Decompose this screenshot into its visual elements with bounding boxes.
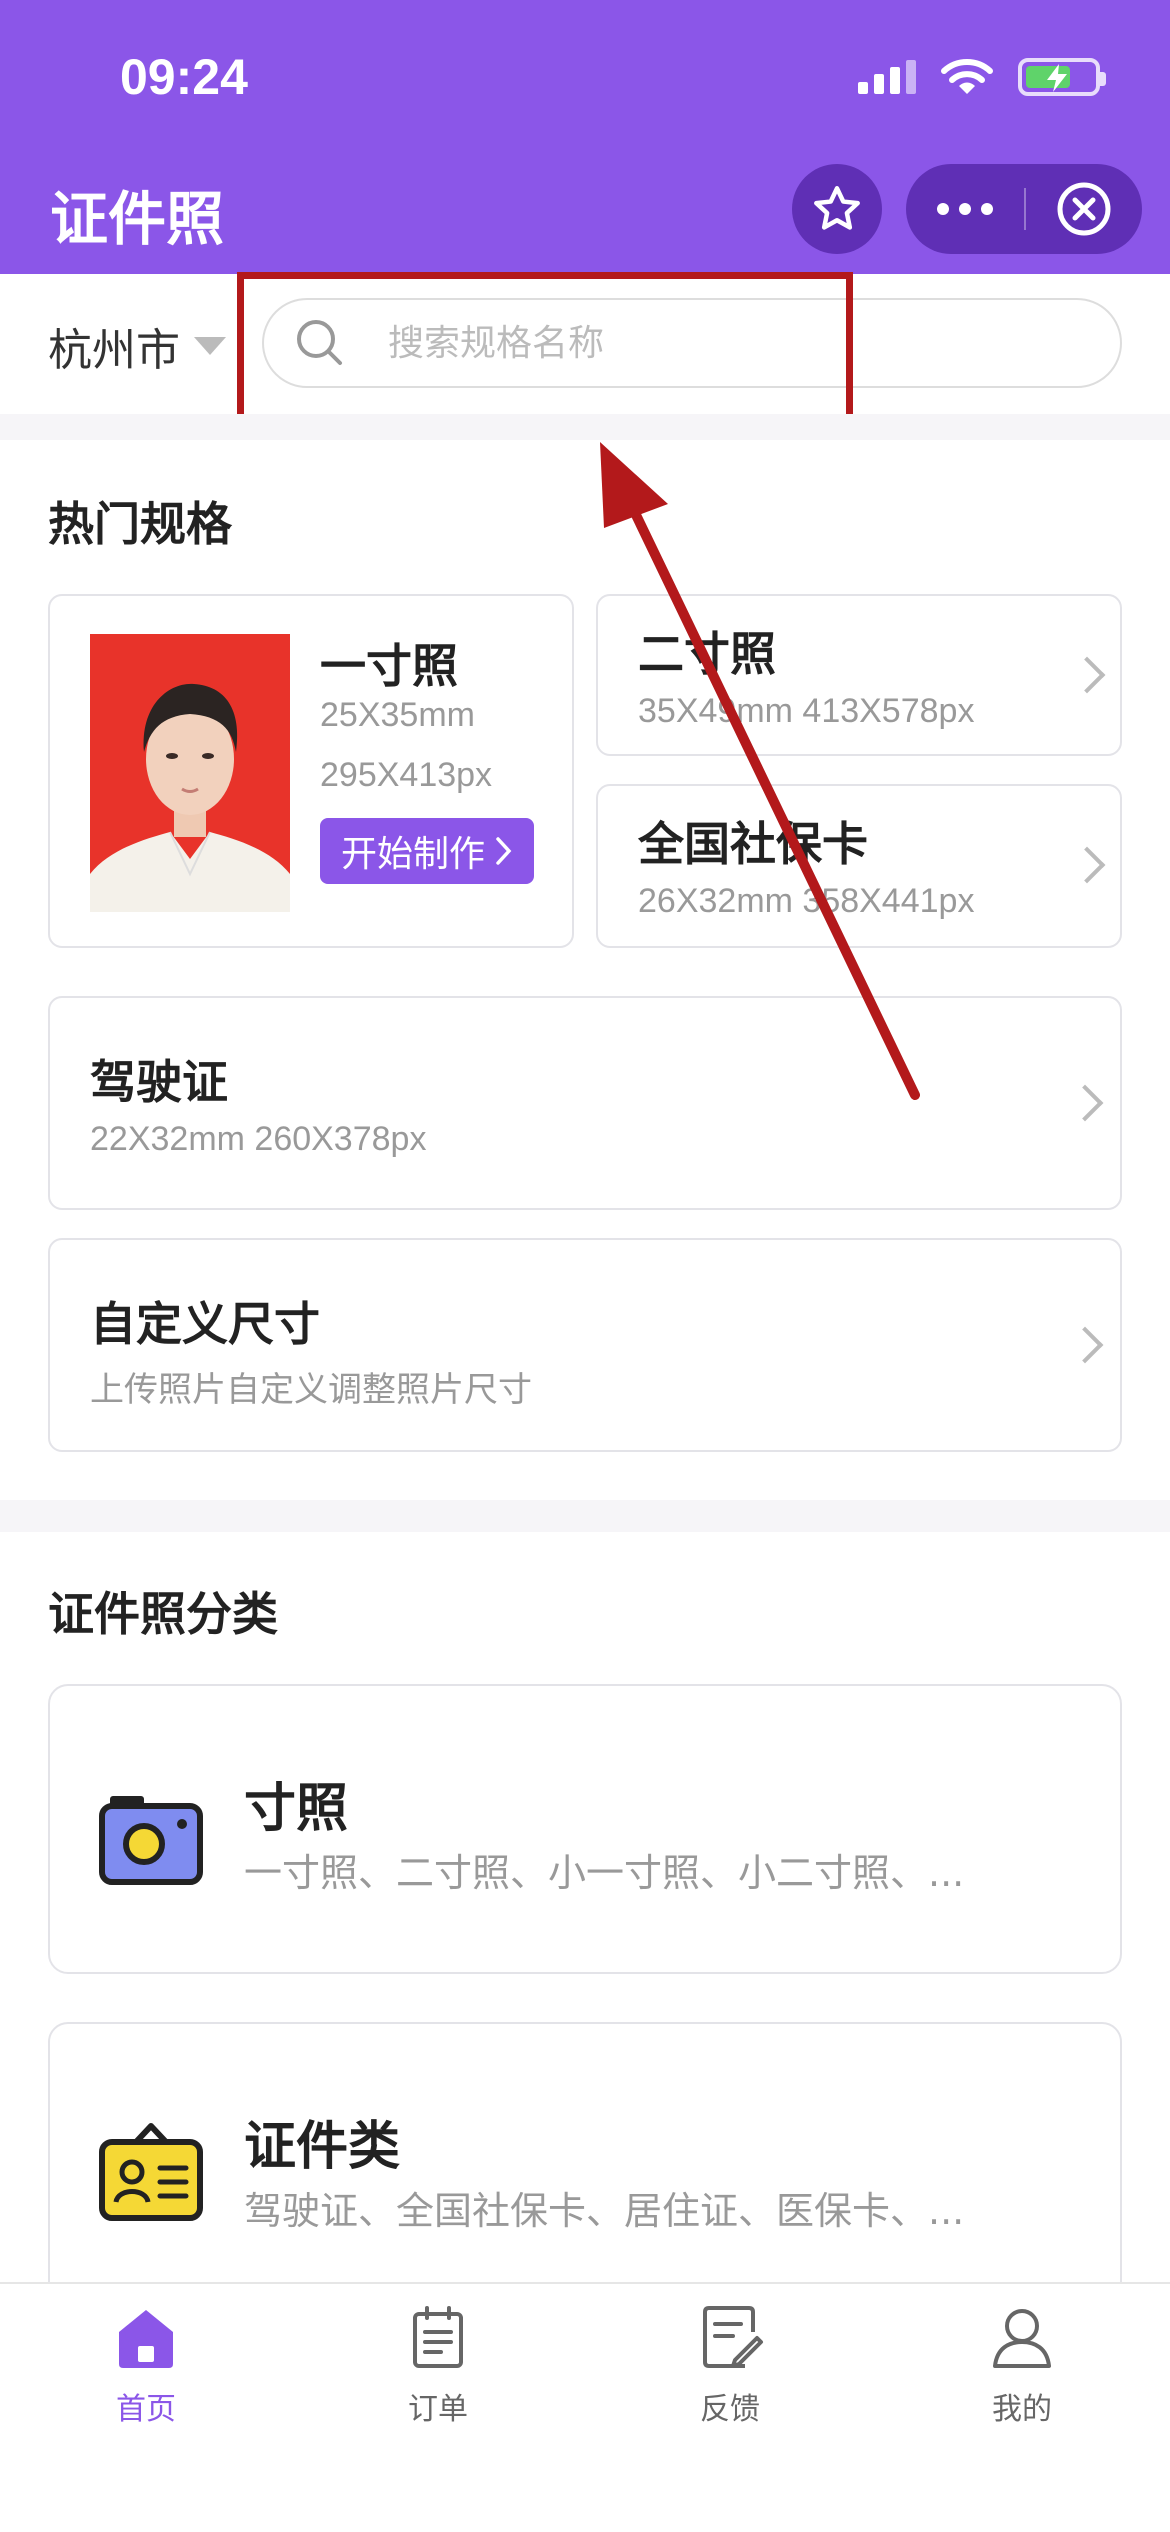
id-card-icon xyxy=(99,2123,203,2221)
category-desc: 驾驶证、全国社保卡、居住证、医保卡、... xyxy=(244,2189,965,2233)
battery-icon xyxy=(1018,58,1106,96)
chevron-right-icon xyxy=(1066,1326,1104,1364)
close-icon xyxy=(1057,182,1111,236)
bottom-tab-bar: 首页 订单 反馈 我的 xyxy=(0,2282,1170,2532)
category-section-title: 证件照分类 xyxy=(48,1587,278,1641)
wifi-icon xyxy=(941,59,993,94)
featured-spec-px: 295X413px xyxy=(320,756,493,794)
spec-item-social-security-card[interactable]: 全国社保卡 26X32mm 358X441px xyxy=(596,784,1122,948)
chevron-right-icon xyxy=(1066,1084,1104,1122)
city-label: 杭州市 xyxy=(48,325,180,376)
spec-item-spec: 22X32mm 260X378px xyxy=(90,1120,427,1158)
start-making-button[interactable]: 开始制作 xyxy=(320,818,534,884)
tab-home[interactable]: 首页 xyxy=(0,2302,292,2428)
feedback-icon xyxy=(703,2306,763,2368)
category-name: 寸照 xyxy=(244,1779,349,1839)
camera-icon xyxy=(99,1796,203,1885)
tab-label: 我的 xyxy=(992,2392,1052,2427)
featured-name: 一寸照 xyxy=(320,639,458,693)
home-icon xyxy=(119,2310,173,2368)
sample-photo xyxy=(90,634,290,912)
tab-profile[interactable]: 我的 xyxy=(876,2302,1168,2428)
order-icon xyxy=(413,2306,463,2368)
tab-feedback[interactable]: 反馈 xyxy=(584,2302,876,2428)
page-title: 证件照 xyxy=(50,185,225,253)
search-input[interactable] xyxy=(388,322,988,364)
category-desc: 一寸照、二寸照、小一寸照、小二寸照、... xyxy=(244,1851,965,1895)
star-icon xyxy=(814,186,860,230)
search-field[interactable] xyxy=(262,298,1122,388)
hot-section-title: 热门规格 xyxy=(48,497,232,551)
profile-icon xyxy=(993,2309,1051,2368)
spec-item-two-inch[interactable]: 二寸照 35X49mm 413X578px xyxy=(596,594,1122,756)
page: 09:24 证件照 杭州市 搜索规格名称 热门规格 一寸照 25X35mm 29… xyxy=(0,0,1170,2532)
spec-item-name: 驾驶证 xyxy=(90,1055,228,1109)
tab-label: 订单 xyxy=(408,2392,468,2427)
close-button[interactable] xyxy=(1026,164,1142,254)
divider xyxy=(0,1500,1170,1532)
category-card-documents[interactable]: 证件类 驾驶证、全国社保卡、居住证、医保卡、... xyxy=(48,2022,1122,2312)
chevron-right-icon xyxy=(1068,846,1106,884)
category-card-inch-photo[interactable]: 寸照 一寸照、二寸照、小一寸照、小二寸照、... xyxy=(48,1684,1122,1974)
favorite-button[interactable] xyxy=(792,164,882,254)
chevron-right-icon xyxy=(1068,656,1106,694)
chevron-down-icon xyxy=(194,337,226,355)
tab-label: 反馈 xyxy=(700,2392,760,2427)
spec-item-spec: 35X49mm 413X578px xyxy=(638,692,975,730)
more-button[interactable] xyxy=(906,164,1024,254)
featured-card-one-inch[interactable]: 一寸照 25X35mm 295X413px 开始制作 xyxy=(48,594,574,948)
divider xyxy=(0,414,1170,440)
app-header: 09:24 证件照 xyxy=(0,0,1170,274)
tab-label: 首页 xyxy=(116,2392,176,2427)
featured-spec-mm: 25X35mm xyxy=(320,696,475,734)
search-bar: 杭州市 xyxy=(0,274,1170,414)
start-button-label: 开始制作 xyxy=(340,834,485,875)
signal-icon xyxy=(858,60,916,94)
spec-item-name: 自定义尺寸 xyxy=(90,1297,320,1351)
tab-orders[interactable]: 订单 xyxy=(292,2302,584,2428)
spec-item-spec: 上传照片自定义调整照片尺寸 xyxy=(90,1371,532,1409)
city-selector[interactable]: 杭州市 xyxy=(48,314,226,378)
status-time: 09:24 xyxy=(120,49,248,105)
search-icon xyxy=(297,320,342,365)
spec-item-spec: 26X32mm 358X441px xyxy=(638,882,975,920)
status-icons xyxy=(858,58,1106,96)
spec-item-driver-license[interactable]: 驾驶证 22X32mm 260X378px xyxy=(48,996,1122,1210)
miniprogram-capsule xyxy=(906,164,1142,254)
chevron-right-icon xyxy=(496,837,512,865)
spec-item-custom-size[interactable]: 自定义尺寸 上传照片自定义调整照片尺寸 xyxy=(48,1238,1122,1452)
spec-item-name: 全国社保卡 xyxy=(638,817,868,871)
category-name: 证件类 xyxy=(244,2117,401,2177)
spec-item-name: 二寸照 xyxy=(638,627,776,681)
